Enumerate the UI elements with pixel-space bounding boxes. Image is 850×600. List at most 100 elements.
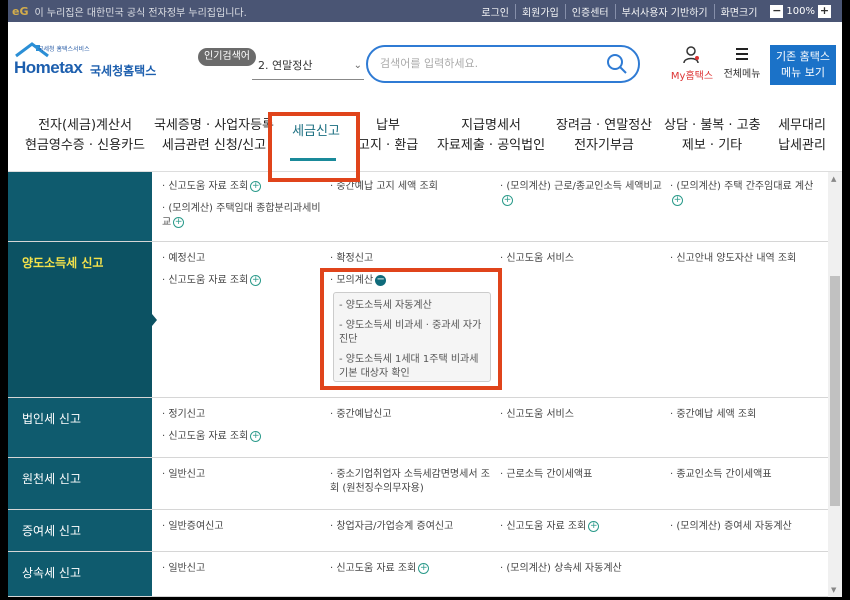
zoom-in-button[interactable]: + bbox=[818, 4, 831, 18]
nav-sublabel: 납세관리 bbox=[778, 138, 826, 153]
menu-link-label: · (모의계산) 주택 간주임대료 계산 bbox=[670, 181, 814, 192]
plus-icon[interactable]: + bbox=[173, 216, 185, 228]
menu-link[interactable]: · 일반증여신고 bbox=[162, 520, 327, 534]
row-category-capital-gains[interactable]: 양도소득세 신고 bbox=[8, 242, 152, 397]
menu-link[interactable]: · 정기신고 bbox=[162, 408, 327, 422]
scroll-down-icon[interactable]: ▼ bbox=[831, 586, 836, 594]
submenu-panel: · 신고도움 자료 조회 + · (모의계산) 주택임대 종합분리과세비교 + · … bbox=[8, 172, 842, 597]
plus-icon[interactable]: + bbox=[672, 194, 683, 206]
plus-icon[interactable]: + bbox=[418, 562, 430, 574]
dept-user-link[interactable]: 부서사용자 기반하기 bbox=[614, 3, 714, 19]
nav-incentive[interactable]: 장려금 · 연말정산 전자기부금 bbox=[556, 116, 652, 156]
highlight-box bbox=[320, 268, 502, 390]
menu-link[interactable]: · 신고도움 자료 조회 + bbox=[162, 430, 327, 444]
menu-link-label: · (모의계산) 증여세 자동계산 bbox=[670, 521, 792, 532]
row-category-withholding[interactable]: 원천세 신고 bbox=[8, 458, 152, 509]
plus-icon[interactable]: + bbox=[250, 180, 262, 192]
plus-icon[interactable]: + bbox=[588, 520, 600, 532]
selected-row-pointer bbox=[152, 314, 157, 326]
nav-consult[interactable]: 상담 · 불복 · 고충 제보 · 기타 bbox=[664, 116, 761, 156]
menu-link[interactable]: · 창업자금/가업승계 증여신고 bbox=[330, 520, 495, 534]
logo-korean: 국세청홈택스 bbox=[90, 64, 157, 78]
menu-link[interactable]: · 신고도움 자료 조회 + bbox=[330, 562, 495, 576]
popular-search-value: 2. 연말정산 bbox=[258, 59, 313, 72]
menu-link-label: · 신고도움 자료 조회 bbox=[162, 431, 249, 442]
nav-e-invoice[interactable]: 전자(세금)계산서 현금영수증 · 신용카드 bbox=[20, 116, 150, 156]
popular-search-select[interactable]: 2. 연말정산 ⌄ bbox=[252, 52, 364, 80]
submenu-row: 원천세 신고 · 일반신고 · 중소기업취업자 소득세감면명세서 조회 (원천징… bbox=[8, 458, 828, 510]
menu-link[interactable]: · (모의계산) 상속세 자동계산 bbox=[500, 562, 665, 576]
menu-link-label: · 예정신고 bbox=[162, 253, 206, 264]
nav-label: 장려금 · 연말정산 bbox=[556, 118, 653, 133]
gov-notice-text: 이 누리집은 대한민국 공식 전자정부 누리집입니다. bbox=[34, 7, 247, 19]
menu-link-label: · 신고안내 양도자산 내역 조회 bbox=[670, 253, 797, 264]
row-category-inheritance[interactable]: 상속세 신고 bbox=[8, 552, 152, 596]
nav-payment-statement[interactable]: 지급명세서 자료제출 · 공익법인 bbox=[426, 116, 556, 156]
menu-link[interactable]: · 신고도움 자료 조회 + bbox=[162, 274, 327, 288]
row-category-corporate[interactable]: 법인세 신고 bbox=[8, 398, 152, 457]
login-link[interactable]: 로그인 bbox=[475, 4, 515, 19]
hometax-logo[interactable]: 국세청 홈택스서비스 Hometax 국세청홈택스 bbox=[14, 42, 164, 82]
menu-link-label: · 중간예납 세액 조회 bbox=[670, 409, 757, 420]
menu-link[interactable]: · 중소기업취업자 소득세감면명세서 조회 (원천징수의무자용) bbox=[330, 468, 498, 496]
zoom-out-button[interactable]: − bbox=[770, 4, 784, 18]
menu-link-label: · 정기신고 bbox=[162, 409, 206, 420]
nav-tax-agent[interactable]: 세무대리납세관리 bbox=[770, 116, 834, 156]
menu-link[interactable]: · 중간예납 고지 세액 조회 bbox=[330, 180, 495, 194]
browser-frame: eG 이 누리집은 대한민국 공식 전자정부 누리집입니다. 로그인 회원가입 … bbox=[0, 0, 850, 600]
menu-link[interactable]: · 확정신고 bbox=[330, 252, 495, 266]
nav-label: 세무대리 bbox=[778, 118, 826, 133]
popular-search-badge: 인기검색어 bbox=[198, 48, 256, 66]
nav-sublabel: 자료제출 · 공익법인 bbox=[436, 138, 546, 153]
menu-link-label: · 신고도움 서비스 bbox=[500, 253, 574, 264]
menu-link-label: · 중소기업취업자 소득세감면명세서 조회 (원천징수의무자용) bbox=[330, 469, 490, 494]
menu-link[interactable]: · 중간예납신고 bbox=[330, 408, 495, 422]
nav-label: 전자(세금)계산서 bbox=[38, 118, 132, 133]
menu-link[interactable]: · 신고도움 서비스 bbox=[500, 252, 665, 266]
search-placeholder: 검색어를 입력하세요. bbox=[380, 57, 479, 70]
nav-label: 국세증명 · 사업자등록 bbox=[153, 118, 275, 133]
plus-icon[interactable]: + bbox=[250, 274, 262, 286]
search-input[interactable]: 검색어를 입력하세요. bbox=[366, 45, 640, 83]
search-icon[interactable] bbox=[606, 53, 628, 75]
signup-link[interactable]: 회원가입 bbox=[514, 3, 565, 19]
menu-link[interactable]: · 일반신고 bbox=[162, 562, 327, 576]
menu-link[interactable]: · 신고도움 자료 조회 + bbox=[500, 520, 665, 534]
menu-link[interactable]: · 신고도움 자료 조회 + bbox=[162, 180, 327, 194]
menu-link[interactable]: · 신고도움 서비스 bbox=[500, 408, 665, 422]
all-menu-button[interactable]: 전체메뉴 bbox=[720, 46, 764, 80]
menu-link[interactable]: · (모의계산) 주택임대 종합분리과세비교 + bbox=[162, 202, 322, 230]
menu-link[interactable]: · (모의계산) 주택 간주임대료 계산 + bbox=[670, 180, 826, 208]
nav-payment[interactable]: 납부 고지 · 환급 bbox=[358, 116, 418, 156]
scrollbar-thumb[interactable] bbox=[830, 276, 840, 506]
menu-link[interactable]: · 중간예납 세액 조회 bbox=[670, 408, 826, 422]
menu-link-label: · 창업자금/가업승계 증여신고 bbox=[330, 521, 454, 532]
row-category-gift[interactable]: 증여세 신고 bbox=[8, 510, 152, 551]
user-icon bbox=[683, 46, 699, 64]
egov-logo: eG bbox=[12, 4, 29, 18]
menu-link[interactable]: · 예정신고 bbox=[162, 252, 327, 266]
nav-certificate[interactable]: 국세증명 · 사업자등록 세금관련 신청/신고 bbox=[150, 116, 278, 156]
cert-center-link[interactable]: 인증센터 bbox=[564, 3, 615, 19]
menu-link[interactable]: · 근로소득 간이세액표 bbox=[500, 468, 665, 482]
util-links: 로그인 회원가입 인증센터 부서사용자 기반하기 화면크기 − 100% + bbox=[475, 3, 842, 19]
menu-link-label: · (모의계산) 상속세 자동계산 bbox=[500, 563, 622, 574]
menu-link-label: · 신고도움 서비스 bbox=[500, 409, 574, 420]
menu-link-label: · (모의계산) 주택임대 종합분리과세비교 bbox=[162, 203, 321, 228]
plus-icon[interactable]: + bbox=[502, 194, 513, 206]
plus-icon[interactable]: + bbox=[250, 430, 262, 442]
menu-link[interactable]: · (모의계산) 근로/종교인소득 세액비교 + bbox=[500, 180, 670, 208]
menu-link[interactable]: · (모의계산) 증여세 자동계산 bbox=[670, 520, 826, 534]
nav-label: 납부 bbox=[376, 118, 400, 133]
old-menu-line2: 메뉴 보기 bbox=[781, 66, 825, 79]
hamburger-icon bbox=[736, 48, 748, 60]
nav-label: 상담 · 불복 · 고충 bbox=[664, 118, 761, 133]
old-menu-button[interactable]: 기존 홈택스 메뉴 보기 bbox=[770, 45, 836, 85]
menu-link[interactable]: · 종교인소득 간이세액표 bbox=[670, 468, 826, 482]
scroll-up-icon[interactable]: ▲ bbox=[831, 175, 836, 183]
menu-link-label: · 확정신고 bbox=[330, 253, 374, 264]
menu-link[interactable]: · 일반신고 bbox=[162, 468, 327, 482]
my-hometax-button[interactable]: My홈택스 bbox=[669, 46, 715, 82]
menu-link[interactable]: · 신고안내 양도자산 내역 조회 bbox=[670, 252, 826, 266]
scrollbar[interactable]: ▲ ▼ bbox=[828, 172, 842, 597]
